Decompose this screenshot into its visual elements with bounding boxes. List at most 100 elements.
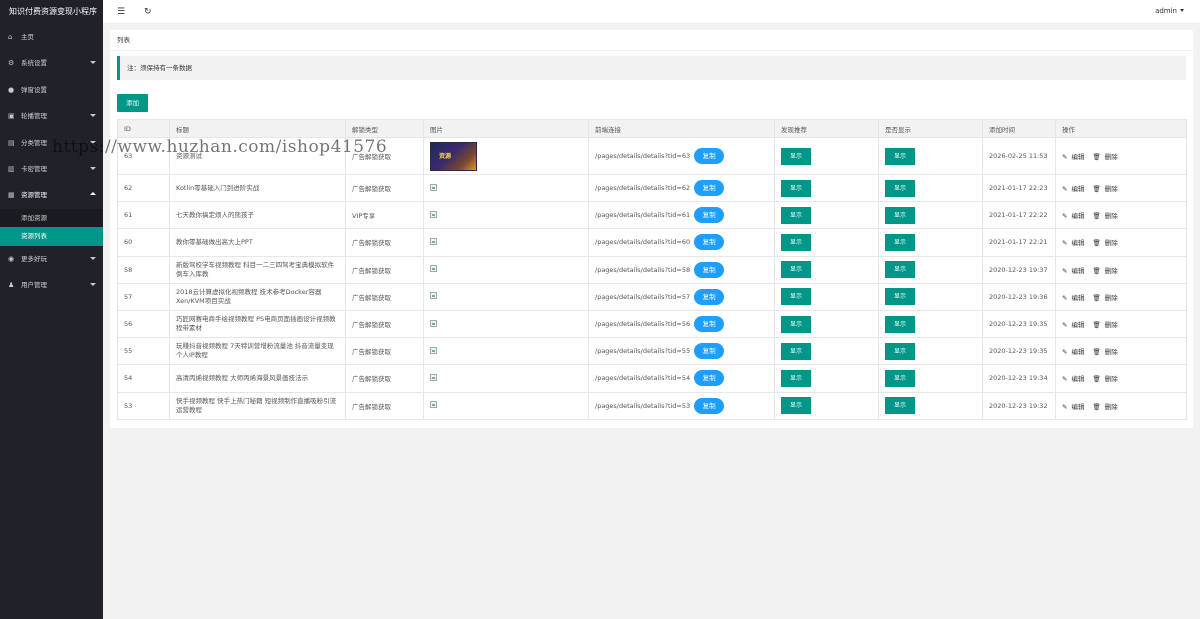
delete-link[interactable]: 🗑 删除 — [1092, 267, 1121, 275]
copy-button[interactable]: 复制 — [694, 288, 725, 305]
recommend-toggle-button[interactable]: 显示 — [781, 261, 811, 279]
sidebar-item-popup-settings[interactable]: ● 弹窗设置 — [0, 77, 103, 103]
edit-link[interactable]: ✎ 编辑 — [1062, 348, 1088, 356]
copy-button[interactable]: 复制 — [694, 343, 725, 360]
cell-is-visible: 显示 — [878, 282, 983, 311]
top-header: ☰ ↻ admin — [103, 0, 1200, 24]
cell-id: 63 — [117, 137, 170, 175]
column-header-actions: 操作 — [1055, 119, 1187, 138]
dot-icon: ● — [8, 85, 15, 94]
edit-link[interactable]: ✎ 编辑 — [1062, 239, 1088, 247]
add-button[interactable]: 添加 — [117, 94, 148, 112]
edit-link[interactable]: ✎ 编辑 — [1062, 212, 1088, 220]
visible-toggle-button[interactable]: 显示 — [885, 206, 915, 224]
visible-toggle-button[interactable]: 显示 — [885, 179, 915, 197]
recommend-toggle-button[interactable]: 显示 — [781, 179, 811, 197]
cell-discover-recommend: 显示 — [774, 391, 879, 420]
cell-unlock-type: 广告解锁获取 — [345, 228, 424, 257]
cell-actions: ✎ 编辑 🗑 删除 — [1055, 201, 1187, 230]
delete-label: 删除 — [1104, 212, 1118, 221]
recommend-toggle-button[interactable]: 显示 — [781, 369, 811, 387]
sidebar-item-label: 主页 — [21, 33, 34, 41]
edit-link[interactable]: ✎ 编辑 — [1062, 294, 1088, 302]
recommend-toggle-button[interactable]: 显示 — [781, 342, 811, 360]
sidebar-item-resources[interactable]: ▦ 资源管理 — [0, 182, 103, 208]
user-menu[interactable]: admin — [1155, 7, 1184, 15]
delete-link[interactable]: 🗑 删除 — [1092, 348, 1121, 356]
category-icon: ▤ — [8, 138, 15, 147]
cell-discover-recommend: 显示 — [774, 309, 879, 339]
edit-label: 编辑 — [1071, 321, 1085, 330]
copy-button[interactable]: 复制 — [694, 180, 725, 197]
sidebar-item-more-fun[interactable]: ◉ 更多好玩 — [0, 246, 103, 272]
sidebar-item-users[interactable]: ♟ 用户管理 — [0, 272, 103, 298]
trash-icon: 🗑 — [1092, 153, 1101, 161]
sidebar-subitem-resource-list[interactable]: 资源列表 — [0, 227, 103, 246]
visible-toggle-button[interactable]: 显示 — [885, 147, 915, 165]
visible-toggle-button[interactable]: 显示 — [885, 369, 915, 387]
table-row: 58 新版驾校学车视频教程 科目一二三四驾考宝典模拟软件倒车入库教 广告解锁获取/p… — [117, 255, 1187, 284]
edit-link[interactable]: ✎ 编辑 — [1062, 153, 1088, 161]
cell-front-link: /pages/details/details?tid=58 复制 — [588, 255, 775, 284]
delete-link[interactable]: 🗑 删除 — [1092, 375, 1121, 383]
copy-button[interactable]: 复制 — [694, 316, 725, 333]
recommend-toggle-button[interactable]: 显示 — [781, 288, 811, 306]
edit-link[interactable]: ✎ 编辑 — [1062, 185, 1088, 193]
delete-label: 删除 — [1104, 348, 1118, 357]
delete-link[interactable]: 🗑 删除 — [1092, 294, 1121, 302]
sidebar-item-label: 轮播管理 — [21, 112, 47, 121]
copy-button[interactable]: 复制 — [694, 234, 725, 251]
front-link-text: /pages/details/details?tid=53 — [595, 401, 691, 410]
menu-toggle-icon[interactable]: ☰ — [117, 6, 125, 18]
sidebar-item-home[interactable]: ⌂ 主页 — [0, 24, 103, 50]
sidebar-item-system-settings[interactable]: ⚙ 系统设置 — [0, 50, 103, 76]
edit-label: 编辑 — [1071, 402, 1085, 411]
delete-label: 删除 — [1104, 153, 1118, 161]
delete-label: 删除 — [1104, 293, 1118, 302]
sidebar-subnav-resources: 添加资源 资源列表 — [0, 208, 103, 246]
delete-link[interactable]: 🗑 删除 — [1092, 239, 1121, 247]
recommend-toggle-button[interactable]: 显示 — [781, 147, 811, 165]
delete-link[interactable]: 🗑 删除 — [1092, 153, 1121, 161]
recommend-toggle-button[interactable]: 显示 — [781, 397, 811, 415]
recommend-toggle-button[interactable]: 显示 — [781, 206, 811, 224]
delete-link[interactable]: 🗑 删除 — [1092, 185, 1121, 193]
cell-added-time: 2020-12-23 19:32 — [982, 391, 1056, 420]
edit-link[interactable]: ✎ 编辑 — [1062, 321, 1088, 329]
edit-link[interactable]: ✎ 编辑 — [1062, 267, 1088, 275]
visible-toggle-button[interactable]: 显示 — [885, 342, 915, 360]
recommend-toggle-button[interactable]: 显示 — [781, 315, 811, 333]
sidebar-subitem-add-resource[interactable]: 添加资源 — [0, 209, 103, 228]
copy-button[interactable]: 复制 — [694, 261, 725, 278]
column-header-discover-recommend: 发现推荐 — [774, 119, 879, 138]
copy-button[interactable]: 复制 — [694, 370, 725, 387]
delete-label: 删除 — [1104, 402, 1118, 411]
recommend-toggle-button[interactable]: 显示 — [781, 233, 811, 251]
cell-image — [423, 228, 589, 257]
broken-image-icon — [430, 210, 437, 218]
cell-discover-recommend: 显示 — [774, 137, 879, 175]
visible-toggle-button[interactable]: 显示 — [885, 233, 915, 251]
cell-title: 快手视频教程 快手上热门秘籍 短视频制作直播吸粉引流运营教程 — [169, 391, 346, 420]
refresh-icon[interactable]: ↻ — [144, 6, 152, 18]
edit-link[interactable]: ✎ 编辑 — [1062, 375, 1088, 383]
card-title: 列表 — [110, 30, 1193, 51]
sidebar-item-category[interactable]: ▤ 分类管理 — [0, 130, 103, 156]
visible-toggle-button[interactable]: 显示 — [885, 288, 915, 306]
copy-button[interactable]: 复制 — [694, 207, 725, 224]
cell-title: 高清丙烯视频教程 大师丙烯海景风景画技法示 — [169, 364, 346, 393]
delete-link[interactable]: 🗑 删除 — [1092, 403, 1121, 411]
sidebar-item-card-keys[interactable]: ▥ 卡密管理 — [0, 156, 103, 182]
copy-button[interactable]: 复制 — [694, 397, 725, 414]
visible-toggle-button[interactable]: 显示 — [885, 261, 915, 279]
sidebar-item-carousel[interactable]: ▣ 轮播管理 — [0, 103, 103, 129]
visible-toggle-button[interactable]: 显示 — [885, 397, 915, 415]
edit-link[interactable]: ✎ 编辑 — [1062, 403, 1088, 411]
copy-button[interactable]: 复制 — [694, 148, 725, 164]
delete-link[interactable]: 🗑 删除 — [1092, 321, 1121, 329]
cell-actions: ✎ 编辑 🗑 删除 — [1055, 137, 1187, 175]
visible-toggle-button[interactable]: 显示 — [885, 315, 915, 333]
delete-link[interactable]: 🗑 删除 — [1092, 212, 1121, 220]
table-row: 57 2018云计算虚拟化视频教程 技术参考Docker容器Xen/KVM项目实战… — [117, 282, 1187, 311]
pencil-icon: ✎ — [1062, 348, 1068, 357]
